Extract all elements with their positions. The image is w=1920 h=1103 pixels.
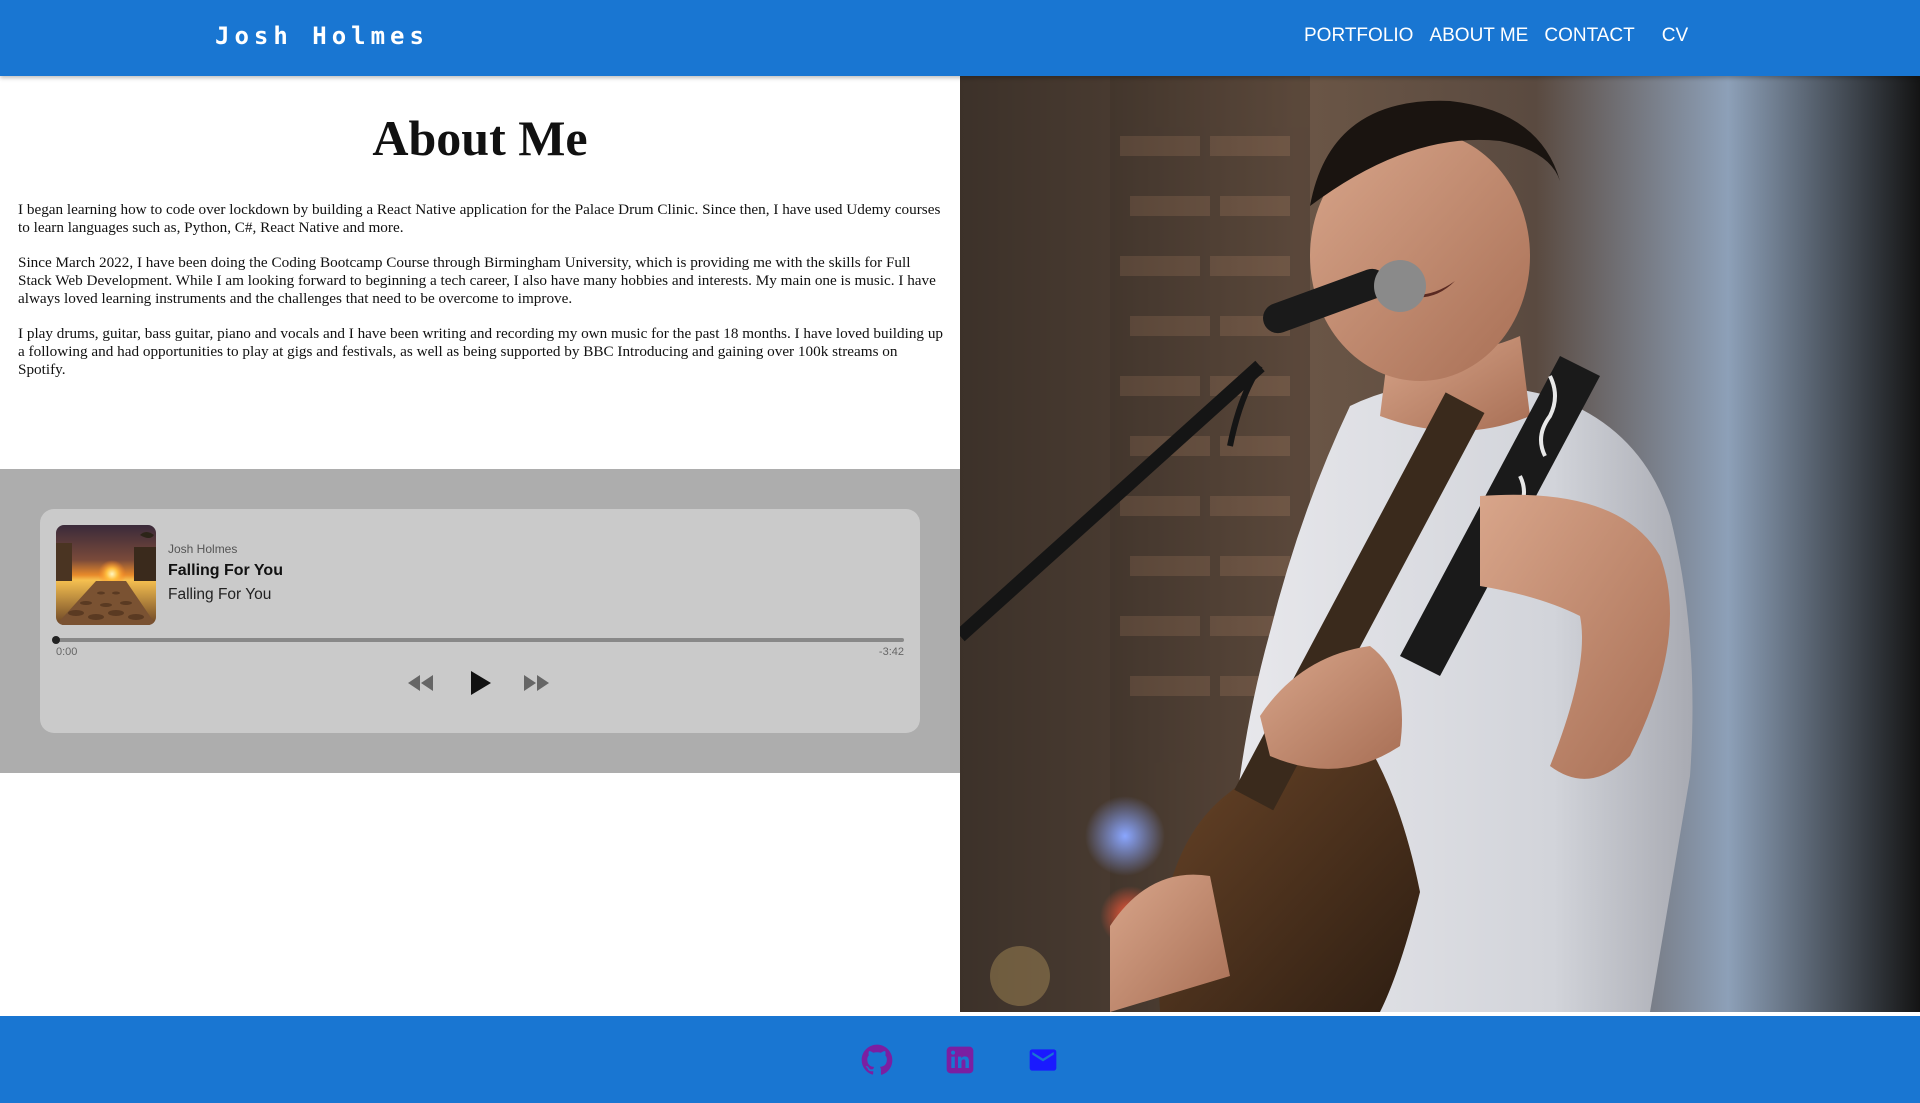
rewind-icon[interactable] <box>408 675 434 696</box>
play-icon[interactable] <box>469 669 493 702</box>
nav-about-me[interactable]: ABOUT ME <box>1429 25 1528 47</box>
artist-name: Josh Holmes <box>168 542 238 556</box>
github-icon[interactable] <box>861 1044 893 1081</box>
album-title: Falling For You <box>168 586 272 603</box>
music-player-section: Josh Holmes Falling For You Falling For … <box>0 469 960 773</box>
bio-text: I began learning how to code over lockdo… <box>18 201 944 396</box>
nav-contact[interactable]: CONTACT <box>1544 25 1634 47</box>
nav-portfolio[interactable]: PORTFOLIO <box>1304 25 1413 47</box>
audio-player: Josh Holmes Falling For You Falling For … <box>40 509 920 733</box>
page-title: About Me <box>372 110 588 166</box>
fast-forward-icon[interactable] <box>524 675 550 696</box>
current-time: 0:00 <box>56 646 78 658</box>
site-header: Josh Holmes PORTFOLIO ABOUT ME CONTACT C… <box>0 0 1920 76</box>
profile-photo <box>960 76 1920 1012</box>
email-icon[interactable] <box>1027 1044 1059 1081</box>
site-footer <box>0 1016 1920 1103</box>
bio-paragraph: I play drums, guitar, bass guitar, piano… <box>18 325 944 378</box>
main-nav: PORTFOLIO ABOUT ME CONTACT CV <box>1304 25 1688 47</box>
progress-handle[interactable] <box>52 636 60 644</box>
track-title: Falling For You <box>168 562 283 579</box>
remaining-time: -3:42 <box>878 646 904 658</box>
nav-cv[interactable]: CV <box>1662 25 1688 47</box>
linkedin-icon[interactable] <box>944 1044 976 1081</box>
player-controls <box>40 667 920 701</box>
album-art <box>56 525 156 625</box>
bio-paragraph: I began learning how to code over lockdo… <box>18 201 941 236</box>
brand-logo-link[interactable]: Josh Holmes <box>215 22 429 50</box>
about-section: About Me I began learning how to code ov… <box>0 76 960 1016</box>
progress-bar[interactable] <box>52 636 904 644</box>
bio-paragraph: Since March 2022, I have been doing the … <box>18 254 936 307</box>
